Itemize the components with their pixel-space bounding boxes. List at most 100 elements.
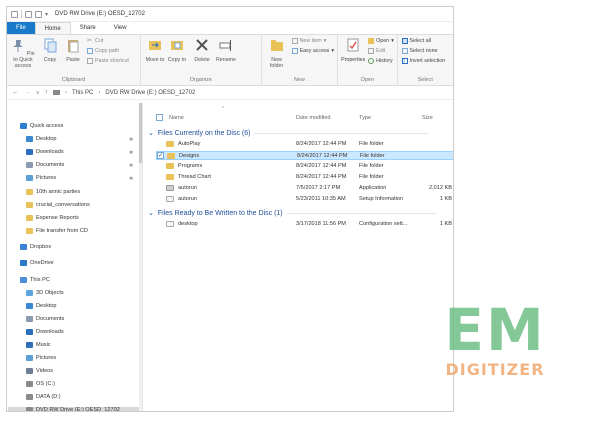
invert-selection-button[interactable]: Invert selection [401,58,445,64]
edit-button[interactable]: Edit [368,48,385,54]
sidebar-item[interactable]: Downloads [26,149,64,155]
sidebar-item[interactable]: Expense Reports [26,215,79,221]
sidebar-item[interactable]: Pictures [26,355,56,361]
select-all-checkbox[interactable] [156,114,163,121]
pin-icon[interactable]: ✱ [129,163,133,169]
sidebar-item[interactable]: OneDrive [20,260,54,266]
column-header-date-modified[interactable]: Date modified [296,115,331,121]
pin-icon[interactable]: ✱ [129,176,133,182]
copy-path-icon [87,48,93,54]
column-header-size[interactable]: Size [422,115,433,121]
group-header[interactable]: ⌄ Files Ready to Be Written to the Disc (… [148,209,437,217]
sidebar-item[interactable]: Documents [26,162,64,168]
copy-button[interactable]: Copy [41,38,59,63]
sidebar-item[interactable]: DATA (D:) [26,394,61,400]
tab-file[interactable]: File [7,22,35,34]
open-button[interactable]: Open ▾ [368,38,394,44]
properties-icon[interactable] [25,10,32,18]
row-checkbox[interactable]: ✓ [157,152,164,159]
sidebar-item[interactable]: Downloads [26,329,64,335]
table-row[interactable]: autorun 5/23/2011 10:35 AM Setup Informati… [156,195,453,204]
table-row[interactable]: Programs 8/24/2017 12:44 PM File folder [156,162,453,171]
sidebar-item-icon [26,355,33,361]
select-all-button[interactable]: Select all [401,38,431,44]
pin-to-quick-access-button[interactable]: Pin to Quick access [9,38,37,69]
pin-icon[interactable]: ✱ [129,150,133,156]
recent-locations-icon[interactable]: ▾ [36,89,40,97]
folder-icon[interactable] [11,10,18,18]
group-title: Files Currently on the Disc (6) [157,129,251,137]
copy-path-button[interactable]: Copy path [87,48,119,54]
tab-share[interactable]: Share [71,22,105,34]
copy-to-button[interactable]: Copy to [167,38,187,63]
back-arrow-icon[interactable]: ← [12,89,19,96]
open-icon [368,38,375,44]
sidebar-item[interactable]: Quick access [20,123,63,129]
copy-path-label: Copy path [95,48,120,54]
table-row[interactable]: autorun 7/5/2017 2:17 PM Application 2,012 … [156,184,453,193]
ribbon: Pin to Quick access Copy Paste ✂ Cut Cop… [7,34,453,86]
sidebar-item[interactable]: OS (C:) [26,381,55,387]
delete-button[interactable]: Delete [191,38,213,63]
sidebar-item-icon [26,303,33,309]
sidebar-item[interactable]: Desktop [26,136,57,142]
cell-type: File folder [360,153,385,159]
sidebar-item-label: DATA (D:) [36,394,61,400]
column-header-name[interactable]: Name [169,115,184,121]
sidebar-item-label: Desktop [36,303,57,309]
breadcrumb-dvd-drive[interactable]: DVD RW Drive (E:) OESD_12702 [105,90,195,96]
move-to-button[interactable]: Move to [145,38,165,63]
table-row[interactable]: AutoPlay 8/24/2017 12:44 PM File folder [156,140,453,149]
up-arrow-icon[interactable]: ↑ [45,89,49,96]
pin-icon[interactable]: ✱ [129,137,133,143]
collapse-chevron-icon[interactable]: ⌄ [148,209,154,217]
folder-icon [166,163,174,169]
sidebar-item[interactable]: File transfer from CD [26,228,88,234]
easy-access-button[interactable]: Easy access ▾ [291,48,334,54]
cell-size: 1 KB [439,221,452,227]
sidebar-item-label: 10th annic parties [36,189,81,195]
sidebar-item[interactable]: DVD RW Drive (E:) OESD_12702 [8,407,139,411]
address-bar[interactable]: ← → ▾ ↑ › This PC › DVD RW Drive (E:) OE… [7,86,453,100]
sidebar-item[interactable]: 3D Objects [26,290,64,296]
table-row[interactable]: desktop 3/17/2018 11:56 PM Configuration s… [156,220,453,229]
sidebar-item[interactable]: Pictures [26,175,56,181]
cut-button[interactable]: ✂ Cut [87,38,103,44]
select-none-button[interactable]: Select none [401,48,438,54]
new-item-button[interactable]: New item ▾ [291,38,326,44]
table-row[interactable]: ✓ Designs 8/24/2017 12:44 PM File folder [156,151,453,160]
tab-view[interactable]: View [105,22,136,34]
sidebar-item[interactable]: This PC [20,277,50,283]
cell-type: Application [359,185,387,191]
sidebar-item[interactable]: Documents [26,316,64,322]
rename-button[interactable]: Rename [215,38,237,63]
history-button[interactable]: History [368,58,393,64]
breadcrumb-this-pc[interactable]: This PC [72,90,93,96]
app-icon [166,185,174,191]
customize-quick-access-icon[interactable]: ▾ [45,11,48,18]
nav-scrollbar-thumb[interactable] [139,103,142,163]
nav-scrollbar[interactable] [139,103,142,411]
forward-arrow-icon[interactable]: → [24,89,31,96]
sidebar-item[interactable]: crucial_conversations [26,202,90,208]
sidebar-item[interactable]: Videos [26,368,53,374]
paste-shortcut-button[interactable]: Paste shortcut [87,58,129,64]
collapse-chevron-icon[interactable]: ⌄ [148,129,154,137]
group-header[interactable]: ⌄ Files Currently on the Disc (6) [148,129,430,137]
sidebar-item[interactable]: 10th annic parties [26,189,80,195]
sidebar-item-icon [26,407,33,411]
table-row[interactable]: Thread Chart 8/24/2017 12:44 PM File folde… [156,173,453,182]
new-folder-button[interactable]: New folder [266,38,288,69]
new-folder-icon[interactable] [35,10,42,18]
sidebar-item-label: Music [36,342,51,348]
sidebar-item[interactable]: Dropbox [20,244,51,250]
properties-button[interactable]: Properties [340,38,366,63]
clipboard-group-label: Clipboard [61,77,86,83]
sidebar-item[interactable]: Music [26,342,51,348]
column-header-type[interactable]: Type [359,115,371,121]
tab-home[interactable]: Home [34,22,71,34]
pin-to-quick-access-label: Pin to Quick access [13,51,35,69]
sidebar-item[interactable]: Desktop [26,303,57,309]
paste-button[interactable]: Paste [63,38,83,63]
window-title: DVD RW Drive (E:) OESD_12702 [55,11,145,17]
